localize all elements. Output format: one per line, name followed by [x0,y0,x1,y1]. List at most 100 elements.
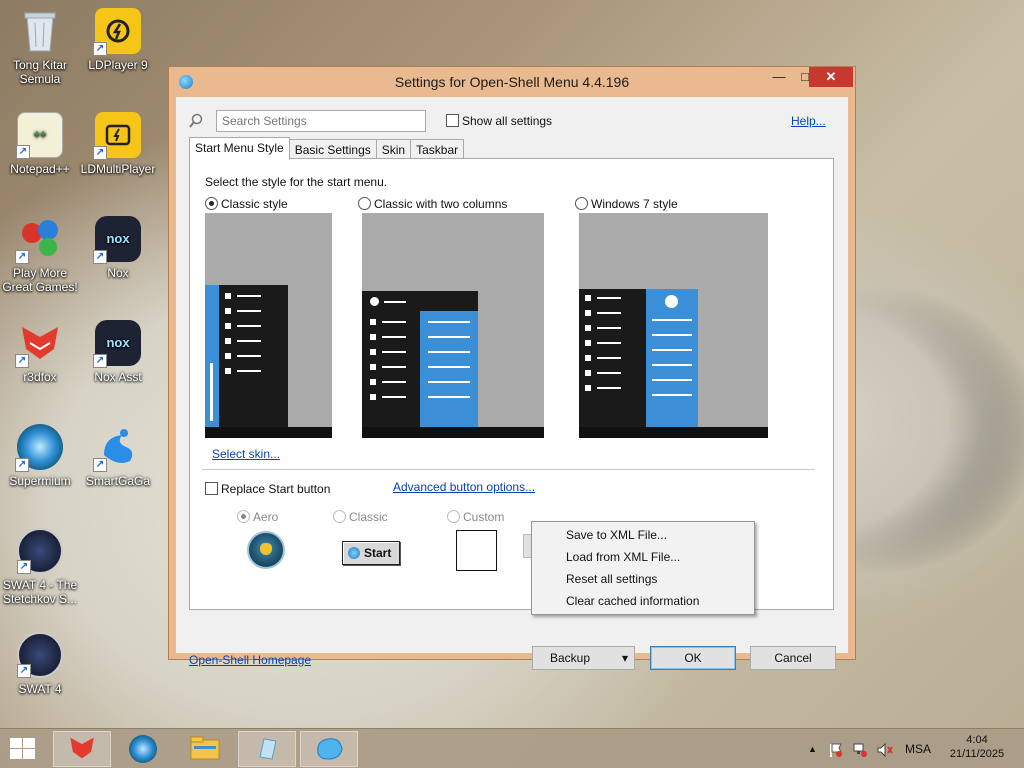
advanced-button-options-link[interactable]: Advanced button options... [393,480,535,494]
clock-time: 4:04 [966,734,988,746]
open-shell-homepage-link[interactable]: Open-Shell Homepage [189,653,311,667]
shortcut-arrow-icon: ↗ [93,42,107,56]
volume-muted-icon[interactable] [876,742,894,761]
desktop-icon-label: SWAT 4 [18,682,62,696]
preview-windows7-style[interactable] [579,213,768,438]
search-input[interactable] [216,110,426,132]
start-button[interactable] [10,738,36,760]
preview-classic-style[interactable] [205,213,332,438]
desktop-icon-recycle-bin[interactable]: Tong Kitar Semula [0,8,80,86]
show-all-settings-checkbox[interactable]: Show all settings [446,114,552,128]
smartgaga-icon: ↗ [93,424,141,472]
tab-basic-settings[interactable]: Basic Settings [288,139,377,160]
menu-item-save-xml[interactable]: Save to XML File... [532,524,754,546]
desktop-icon-notepad-plus-plus[interactable]: ++ ↗ Notepad++ [0,112,80,176]
r3dfox-icon [67,735,97,764]
menu-item-clear-cache[interactable]: Clear cached information [532,590,754,612]
taskbar-r3dfox[interactable] [53,731,111,767]
preview-menu-right [646,289,698,427]
title-bar[interactable]: Settings for Open-Shell Menu 4.4.196 — □… [169,67,855,97]
desktop-icon-label: Play More Great Games! [2,266,78,294]
aero-start-button-preview [247,531,285,569]
radio-button[interactable] [205,197,218,210]
tab-skin[interactable]: Skin [375,139,412,160]
desktop-icon-nox[interactable]: nox ↗ Nox [78,216,158,280]
menu-item-reset-settings[interactable]: Reset all settings [532,568,754,590]
shortcut-arrow-icon: ↗ [15,250,29,264]
radio-button[interactable] [333,510,346,523]
desktop-icon-supermium[interactable]: ↗ Supermium [0,424,80,488]
show-all-settings-label: Show all settings [462,114,553,128]
preview-classic-two-columns[interactable] [362,213,544,438]
shortcut-arrow-icon: ↗ [15,354,29,368]
preview-menu-left [579,289,646,427]
desktop-icon-swat4[interactable]: ↗ SWAT 4 [0,632,80,696]
desktop-icon-ldmultiplayer[interactable]: ↗ LDMultiPlayer [78,112,158,176]
desktop-icon-label: SmartGaGa [85,474,151,488]
recycle-bin-icon [17,8,63,54]
desktop-icon-label: Nox Asst [94,370,142,384]
custom-start-button-preview[interactable] [456,530,497,571]
taskbar-file-explorer[interactable] [176,731,234,767]
clock-date: 21/11/2025 [949,748,1005,760]
preview-menu-left [362,311,420,427]
radio-custom-button[interactable]: Custom [447,510,504,524]
cancel-button[interactable]: Cancel [750,646,836,670]
radio-aero[interactable]: Aero [237,510,278,524]
checkbox-box[interactable] [205,482,218,495]
preview-menu-header [362,291,478,311]
preview-sidebar-marker [210,363,213,421]
language-indicator[interactable]: MSA [905,742,931,756]
replace-start-button-checkbox[interactable]: Replace Start button [205,482,330,496]
radio-classic-two-columns[interactable]: Classic with two columns [358,197,507,211]
classic-start-button-preview: Start [342,541,400,565]
clock[interactable]: 4:04 21/11/2025 [944,733,1010,761]
desktop-icon-smartgaga[interactable]: ↗ SmartGaGa [78,424,158,488]
checkbox-box[interactable] [446,114,459,127]
shortcut-arrow-icon: ↗ [17,664,31,678]
taskbar-supermium[interactable] [114,731,172,767]
desktop-icon-label: LDPlayer 9 [88,58,148,72]
radio-classic-button[interactable]: Classic [333,510,388,524]
swat4-icon: ↗ [17,632,63,678]
backup-button[interactable]: Backup ▾ [532,646,635,670]
tab-start-menu-style[interactable]: Start Menu Style [189,137,290,160]
open-shell-icon [314,735,344,764]
desktop-icon-play-more-games[interactable]: ↗ Play More Great Games! [0,216,80,294]
close-button[interactable]: ✕ [809,67,853,87]
preview-taskbar [579,427,768,438]
desktop-icon-swat4-stetchkov[interactable]: ↗ SWAT 4 - The Stetchkov S... [0,528,80,606]
ldmultiplayer-icon: ↗ [93,112,141,160]
ok-button[interactable]: OK [650,646,736,670]
r3dfox-icon: ↗ [15,320,63,368]
games-icon: ↗ [15,216,63,264]
flag-icon[interactable] [828,742,844,761]
show-hidden-icons-arrow[interactable]: ▲ [808,744,817,754]
menu-item-load-xml[interactable]: Load from XML File... [532,546,754,568]
radio-button[interactable] [575,197,588,210]
network-icon[interactable] [852,742,868,761]
replace-start-label: Replace Start button [221,482,331,496]
shortcut-arrow-icon: ↗ [17,560,31,574]
radio-button[interactable] [237,510,250,523]
radio-windows7-style[interactable]: Windows 7 style [575,197,678,211]
supermium-icon [129,735,157,763]
app-icon [254,735,280,764]
desktop-icon-nox-asst[interactable]: nox ↗ Nox Asst [78,320,158,384]
desktop-icon-r3dfox[interactable]: ↗ r3dfox [0,320,80,384]
taskbar-app[interactable] [238,731,296,767]
select-skin-link[interactable]: Select skin... [212,447,280,461]
radio-label: Classic style [221,197,288,211]
taskbar-open-shell-settings[interactable] [300,731,358,767]
desktop-icon-label: r3dfox [23,370,57,384]
help-link[interactable]: Help... [791,114,826,128]
radio-button[interactable] [447,510,460,523]
minimize-button[interactable]: — [765,67,793,87]
tab-taskbar[interactable]: Taskbar [410,139,465,160]
radio-label: Classic [349,510,388,524]
radio-classic-style[interactable]: Classic style [205,197,288,211]
radio-button[interactable] [358,197,371,210]
windows-logo-pane [10,738,22,748]
preview-menu [219,285,288,427]
desktop-icon-ldplayer[interactable]: ↗ LDPlayer 9 [78,8,158,72]
